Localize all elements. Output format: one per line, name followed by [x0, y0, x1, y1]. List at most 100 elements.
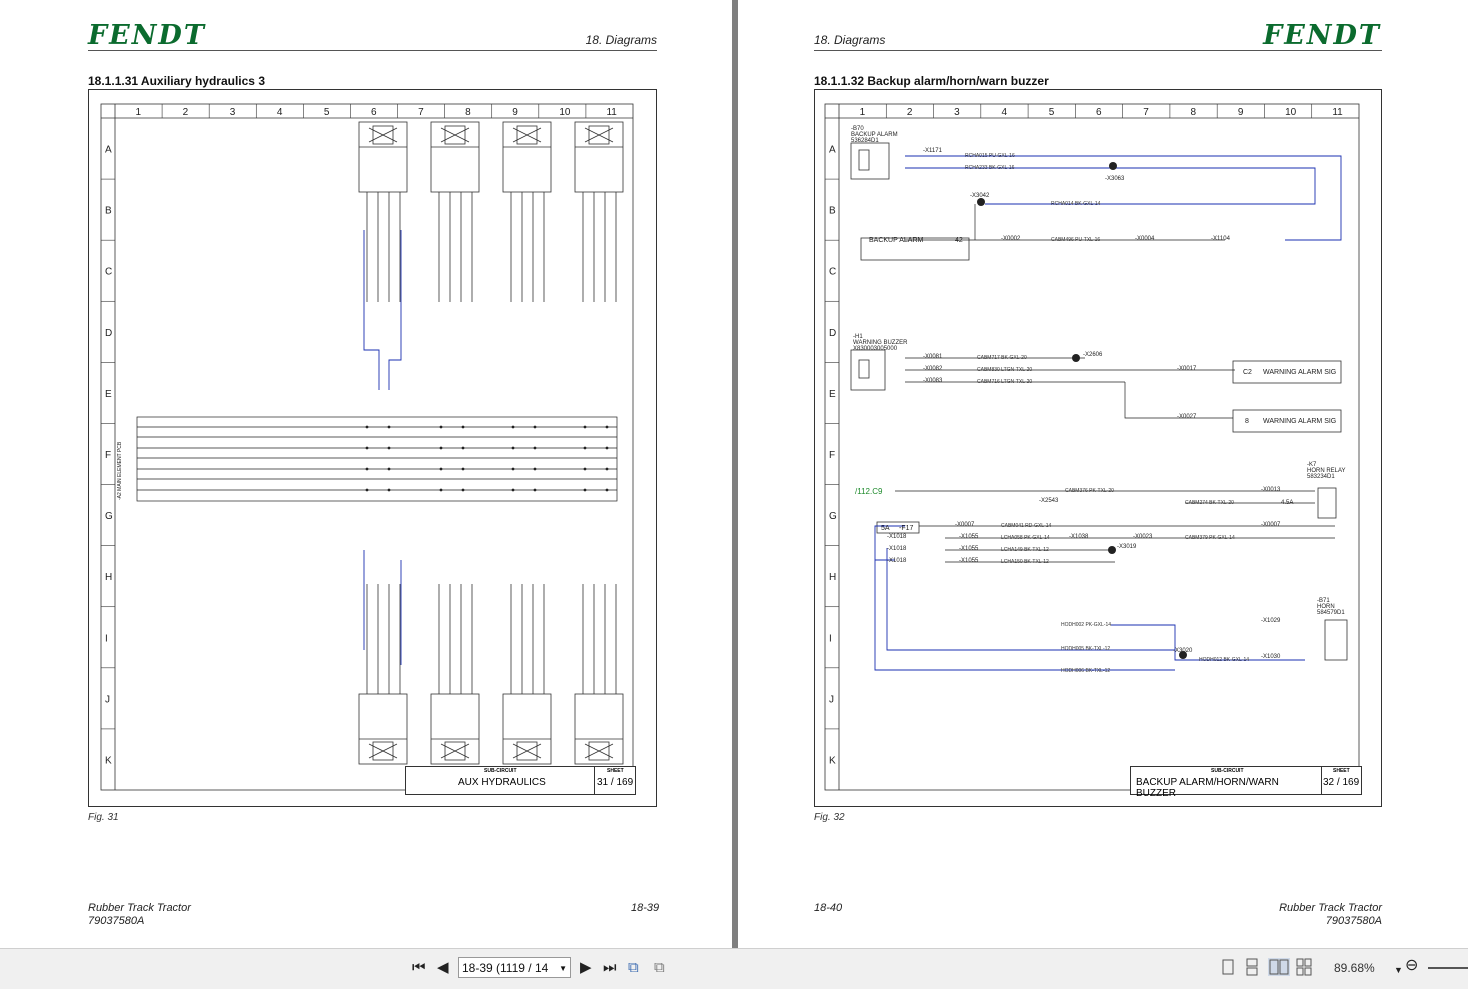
- chapter-header: 18. Diagrams: [814, 33, 886, 47]
- svg-text:RCHA233 BK-GXL-16: RCHA233 BK-GXL-16: [965, 165, 1015, 171]
- column-label: 10: [559, 107, 571, 118]
- zoom-dropdown-icon[interactable]: ▼: [1394, 962, 1403, 978]
- svg-text:-X0007: -X0007: [1261, 522, 1281, 528]
- svg-text:HODH002 PK-GXL-14: HODH002 PK-GXL-14: [1061, 622, 1111, 628]
- subcircuit-name: BACKUP ALARM/HORN/WARN BUZZER: [1136, 777, 1279, 799]
- prev-page-icon[interactable]: ◀: [437, 960, 449, 976]
- zoom-level[interactable]: 89.68%: [1334, 961, 1375, 975]
- svg-text:-X0023: -X0023: [1133, 534, 1153, 540]
- two-page-view-icon[interactable]: [1268, 958, 1290, 976]
- subcircuit-box: SUB-CIRCUIT AUX HYDRAULICS: [405, 766, 595, 795]
- svg-text:-X1055: -X1055: [959, 546, 979, 552]
- subcircuit-name: AUX HYDRAULICS: [458, 777, 546, 788]
- svg-text:BACKUP ALARM: BACKUP ALARM: [869, 237, 924, 244]
- row-label: F: [829, 450, 835, 461]
- page-number-field[interactable]: 18-39 (1119 / 14 ▼: [458, 957, 571, 978]
- svg-text:RCHA015 PU-GXL-16: RCHA015 PU-GXL-16: [965, 153, 1015, 159]
- svg-text:CABM717 BK-GXL-20: CABM717 BK-GXL-20: [977, 355, 1027, 361]
- row-label: H: [829, 572, 836, 583]
- svg-text:-X3063: -X3063: [1105, 176, 1125, 182]
- two-page-continuous-icon[interactable]: [1296, 958, 1312, 976]
- last-page-icon[interactable]: ⏭: [603, 960, 617, 976]
- aux-hydraulics-schematic: 1 2 3 4 5 6 7 8 9 10 11ABCDEFGHIJK -A2 M…: [100, 103, 634, 791]
- svg-text:-X1171: -X1171: [923, 148, 943, 154]
- svg-text:-A2 MAIN ELEMENT PCB: -A2 MAIN ELEMENT PCB: [117, 441, 123, 500]
- row-label: J: [105, 694, 110, 705]
- svg-text:-F17: -F17: [899, 525, 914, 532]
- svg-text:CABM379 PK-GXL-14: CABM379 PK-GXL-14: [1185, 535, 1235, 541]
- zoom-out-icon[interactable]: ⊖: [1405, 958, 1418, 974]
- column-label: 8: [1191, 107, 1197, 118]
- svg-text:42: 42: [955, 237, 963, 244]
- section-title: 18.1.1.31 Auxiliary hydraulics 3: [88, 74, 265, 88]
- single-page-view-icon[interactable]: [1220, 958, 1236, 976]
- svg-text:HODH005 BK-TXL-12: HODH005 BK-TXL-12: [1061, 646, 1110, 652]
- row-label: K: [105, 755, 112, 766]
- row-label: E: [105, 389, 112, 400]
- svg-text:-X1038: -X1038: [1069, 534, 1089, 540]
- export-icon[interactable]: ⧉: [628, 960, 639, 976]
- svg-text:LCHA149 BK-TXL-12: LCHA149 BK-TXL-12: [1001, 547, 1049, 553]
- schematic-frame: 1 2 3 4 5 6 7 8 9 10 11 A B C D E F G H I J K: [814, 89, 1382, 807]
- page-number: 18-40: [814, 902, 843, 914]
- svg-text:-X1055: -X1055: [959, 558, 979, 564]
- svg-text:RCHA014 BK-GXL-14: RCHA014 BK-GXL-14: [1051, 201, 1101, 207]
- svg-text:CABM274 BK-TXL-20: CABM274 BK-TXL-20: [1185, 500, 1234, 506]
- right-page: FENDT 18. Diagrams 18.1.1.32 Backup alar…: [738, 0, 1468, 948]
- column-label: 2: [183, 107, 189, 118]
- svg-text:-X1055: -X1055: [959, 534, 979, 540]
- first-page-icon[interactable]: ⏮: [412, 960, 426, 976]
- column-label: 7: [418, 107, 424, 118]
- column-label: 9: [512, 107, 518, 118]
- svg-text:/112.C9: /112.C9: [855, 487, 883, 496]
- svg-text:-X1029: -X1029: [1261, 618, 1281, 624]
- copy-icon[interactable]: ⧉: [654, 960, 665, 976]
- sheet-box: SHEET 31 / 169: [594, 766, 636, 795]
- column-label: 1: [860, 107, 866, 118]
- column-label: 11: [606, 107, 617, 118]
- schematic-frame: 1 2 3 4 5 6 7 8 9 10 11 A B C D E F G H I J K: [88, 89, 657, 807]
- svg-text:-X3019: -X3019: [1117, 544, 1137, 550]
- column-label: 5: [324, 107, 330, 118]
- sheet-number: 32 / 169: [1323, 777, 1360, 788]
- svg-text:WARNING ALARM SIG: WARNING ALARM SIG: [1263, 369, 1336, 376]
- backup-alarm-schematic: 1 2 3 4 5 6 7 8 9 10 11ABCDEFGHIJK -B70 …: [824, 103, 1360, 791]
- svg-text:4.5A: 4.5A: [1281, 500, 1293, 506]
- header-rule: [88, 50, 657, 51]
- figure-caption: Fig. 32: [814, 812, 845, 823]
- subcircuit-caption: SUB-CIRCUIT: [1211, 768, 1244, 774]
- section-title: 18.1.1.32 Backup alarm/horn/warn buzzer: [814, 74, 1049, 88]
- row-label: H: [105, 572, 112, 583]
- svg-text:-X0082: -X0082: [923, 366, 943, 372]
- subcircuit-box: SUB-CIRCUIT BACKUP ALARM/HORN/WARN BUZZE…: [1130, 766, 1322, 799]
- row-label: B: [829, 206, 836, 217]
- svg-text:LCHA058 PK-GXL-14: LCHA058 PK-GXL-14: [1001, 535, 1050, 541]
- continuous-view-icon[interactable]: [1244, 958, 1260, 976]
- column-label: 4: [277, 107, 283, 118]
- svg-text:CABM376 PK-TXL-20: CABM376 PK-TXL-20: [1065, 488, 1114, 494]
- column-label: 9: [1238, 107, 1244, 118]
- svg-text:C2: C2: [1243, 369, 1252, 376]
- next-page-icon[interactable]: ▶: [580, 960, 592, 976]
- svg-text:584579D1: 584579D1: [1317, 610, 1345, 616]
- svg-text:-X2543: -X2543: [1039, 498, 1059, 504]
- footer-code: 79037580A: [88, 915, 145, 927]
- svg-text:-X3042: -X3042: [970, 193, 990, 199]
- row-label: G: [829, 511, 837, 522]
- row-label: I: [105, 633, 108, 644]
- row-label: D: [829, 328, 836, 339]
- fendt-logo: FENDT: [88, 20, 206, 51]
- svg-text:HODH012 BK-GXL-14: HODH012 BK-GXL-14: [1199, 657, 1249, 663]
- subcircuit-caption: SUB-CIRCUIT: [484, 768, 517, 774]
- svg-text:CABM716 LTGN-TXL-20: CABM716 LTGN-TXL-20: [977, 379, 1032, 385]
- svg-text:-X0083: -X0083: [923, 378, 943, 384]
- svg-text:583234D1: 583234D1: [1307, 474, 1335, 480]
- zoom-slider[interactable]: [1428, 967, 1468, 969]
- svg-text:-X0013: -X0013: [1261, 487, 1281, 493]
- column-label: 1: [136, 107, 142, 118]
- svg-text:-X0081: -X0081: [923, 354, 943, 360]
- page-number: 18-39: [631, 902, 660, 914]
- row-label: I: [829, 633, 832, 644]
- fendt-logo: FENDT: [1263, 20, 1381, 51]
- sheet-caption: SHEET: [607, 768, 624, 774]
